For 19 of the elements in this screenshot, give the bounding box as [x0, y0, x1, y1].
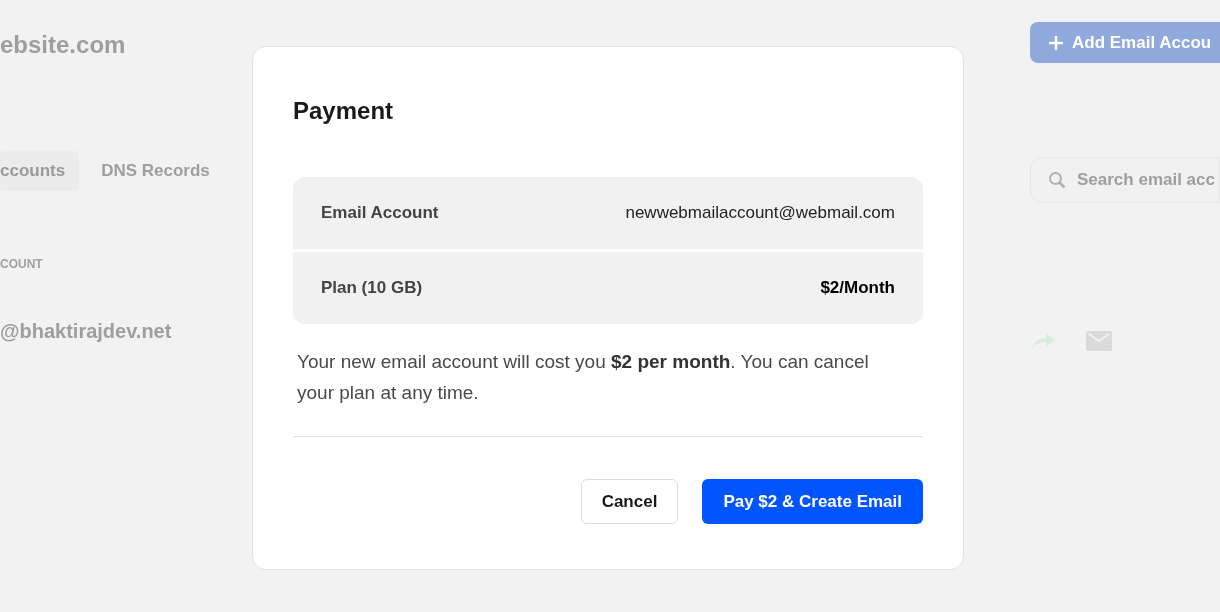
cancel-button[interactable]: Cancel: [580, 479, 679, 524]
tab[interactable]: ccounts: [0, 151, 80, 191]
page-title: ebsite.com: [0, 30, 127, 60]
add-email-account-button[interactable]: Add Email Accou: [1030, 22, 1220, 63]
search-field[interactable]: Search email acc: [1030, 157, 1220, 203]
email-address: @bhaktirajdev.net: [0, 319, 173, 344]
plus-icon: [1048, 34, 1064, 51]
summary-label: Email Account: [321, 202, 439, 225]
search-icon: [1048, 171, 1066, 189]
pay-button[interactable]: Pay $2 & Create Email: [702, 479, 923, 524]
column-header: COUNT: [0, 256, 44, 273]
forward-icon[interactable]: [1030, 331, 1056, 351]
summary-label: Plan (10 GB): [321, 277, 423, 300]
mail-icon[interactable]: [1086, 331, 1112, 351]
summary-value: newwebmailaccount@webmail.com: [625, 202, 895, 225]
tab[interactable]: DNS Records: [87, 151, 224, 191]
summary-value: $2/Month: [820, 277, 895, 300]
dialog-title: Payment: [293, 96, 395, 126]
payment-note: Your new email account will cost you $2 per month. You can cancel your plan at any time.: [296, 350, 870, 405]
